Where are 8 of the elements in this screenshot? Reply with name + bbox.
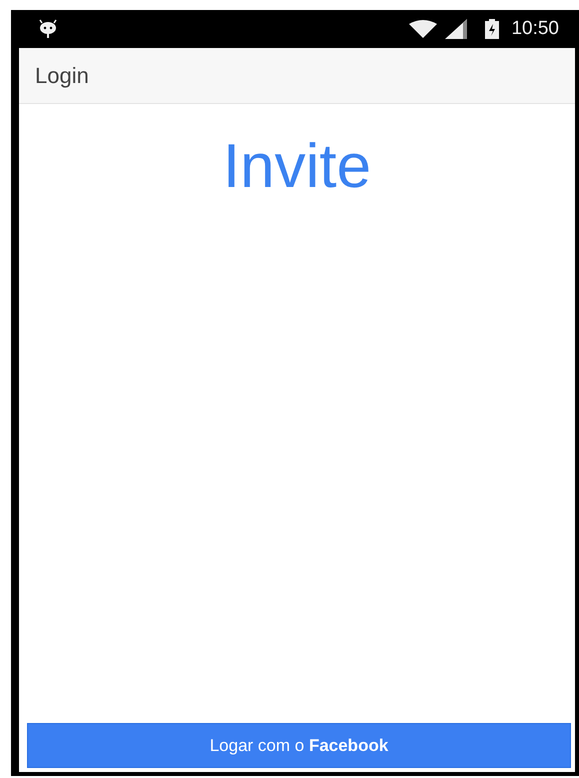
android-icon [39, 19, 57, 39]
clock-time: 10:50 [511, 16, 559, 41]
app-bar-title: Login [35, 62, 89, 90]
heading: Invite [222, 136, 372, 198]
facebook-login-button[interactable]: Logar com o Facebook [27, 723, 571, 768]
wifi-icon [409, 20, 438, 38]
signal-icon [445, 19, 470, 39]
battery-icon [485, 19, 500, 39]
